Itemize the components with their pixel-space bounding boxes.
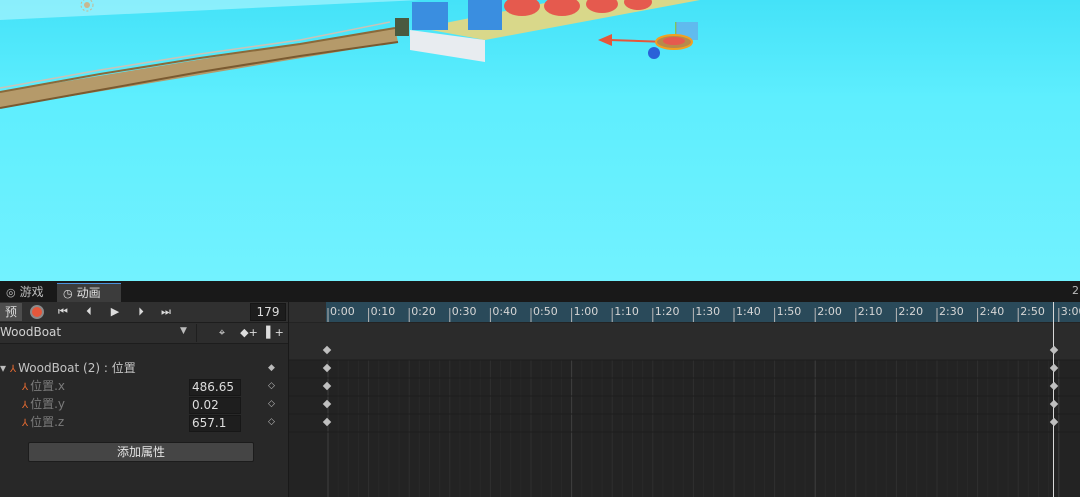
add-property-button[interactable]: 添加属性: [28, 442, 254, 462]
editor-tab-bar: ◎ 游戏 ◷ 动画 2: [0, 281, 1080, 303]
add-event-icon[interactable]: ▌+: [266, 326, 284, 340]
property-group: ⅄ WoodBoat (2) : 位置: [10, 360, 136, 378]
last-keyframe-button[interactable]: ⏭: [156, 303, 176, 321]
property-group-row[interactable]: ▾ ⅄ WoodBoat (2) : 位置 ◆: [0, 360, 288, 377]
step-back-icon: ⏴: [86, 305, 92, 318]
next-keyframe-button[interactable]: ⏵: [131, 303, 151, 321]
transform-icon: ⅄: [22, 400, 29, 411]
add-keyframe-icon[interactable]: ◆+: [238, 326, 260, 340]
first-keyframe-button[interactable]: ⏮: [53, 303, 73, 321]
frame-field[interactable]: 179: [250, 303, 286, 321]
transform-icon: ⅄: [22, 418, 29, 429]
clock-icon: ◷: [63, 287, 73, 300]
play-icon: ▶: [110, 305, 120, 318]
record-icon: [30, 305, 44, 319]
property-row-x[interactable]: ⅄ 位置.x 486.65 ◇: [0, 378, 288, 396]
preview-button[interactable]: 预览: [0, 303, 22, 337]
transform-icon: ⅄: [22, 382, 29, 393]
divider: [196, 324, 197, 342]
property-value-z[interactable]: 657.1: [189, 415, 241, 432]
prev-keyframe-button[interactable]: ⏴: [79, 303, 99, 321]
scene-view[interactable]: [0, 0, 1080, 281]
rope-bridge: [0, 21, 399, 109]
tab-game[interactable]: ◎ 游戏: [0, 283, 50, 302]
property-label-x: ⅄ 位置.x: [22, 379, 66, 393]
clip-selector-row: WoodBoat ▼ ⌖ ◆+ ▌+: [0, 323, 288, 344]
skip-end-icon: ⏭: [161, 305, 171, 318]
key-filter-icon[interactable]: ⌖: [213, 326, 231, 340]
property-value-y[interactable]: 0.02: [189, 397, 241, 414]
timeline-grid: [289, 308, 1080, 497]
property-label-z: ⅄ 位置.z: [22, 415, 65, 429]
tab-animation-label: 动画: [76, 286, 101, 300]
property-label-y: ⅄ 位置.y: [22, 397, 66, 411]
step-forward-icon: ⏵: [138, 305, 144, 318]
keyframe-toggle-icon[interactable]: ◇: [268, 378, 275, 395]
animation-properties-panel: 预览 ⏮ ⏴ ▶ ⏵ ⏭ 179 WoodBoat ▼ ⌖ ◆+ ▌+ ▾ ⅄W…: [0, 302, 288, 497]
expand-arrow-icon[interactable]: ▾: [0, 360, 6, 377]
chevron-down-icon[interactable]: ▼: [180, 326, 187, 336]
property-row-y[interactable]: ⅄ 位置.y 0.02 ◇: [0, 396, 288, 414]
play-button[interactable]: ▶: [105, 303, 125, 321]
property-value-x[interactable]: 486.65: [189, 379, 241, 396]
tab-corner-number: 2: [1072, 284, 1079, 297]
timeline-panel[interactable]: 0:00 0:10 0:20 0:30 0:40 0:50 1:00 1:10 1:20 1:30…: [288, 302, 1080, 497]
gamepad-icon: ◎: [6, 286, 16, 299]
property-row-z[interactable]: ⅄ 位置.z 657.1 ◇: [0, 414, 288, 432]
property-group-label: WoodBoat (2) : 位置: [18, 361, 136, 375]
keyframe-toggle-icon[interactable]: ◆: [268, 360, 275, 377]
keyframe-toggle-icon[interactable]: ◇: [268, 396, 275, 413]
scene-graphics: [0, 0, 700, 109]
keyframe-toggle-icon[interactable]: ◇: [268, 414, 275, 431]
skip-start-icon: ⏮: [58, 305, 68, 318]
record-button[interactable]: [27, 303, 47, 321]
selected-boat[interactable]: [598, 22, 698, 59]
playback-toolbar: 预览 ⏮ ⏴ ▶ ⏵ ⏭ 179: [0, 302, 288, 337]
clip-dropdown[interactable]: WoodBoat: [0, 325, 61, 339]
transform-icon: ⅄: [10, 364, 17, 375]
tab-animation[interactable]: ◷ 动画: [57, 283, 121, 303]
tab-game-label: 游戏: [19, 285, 44, 299]
